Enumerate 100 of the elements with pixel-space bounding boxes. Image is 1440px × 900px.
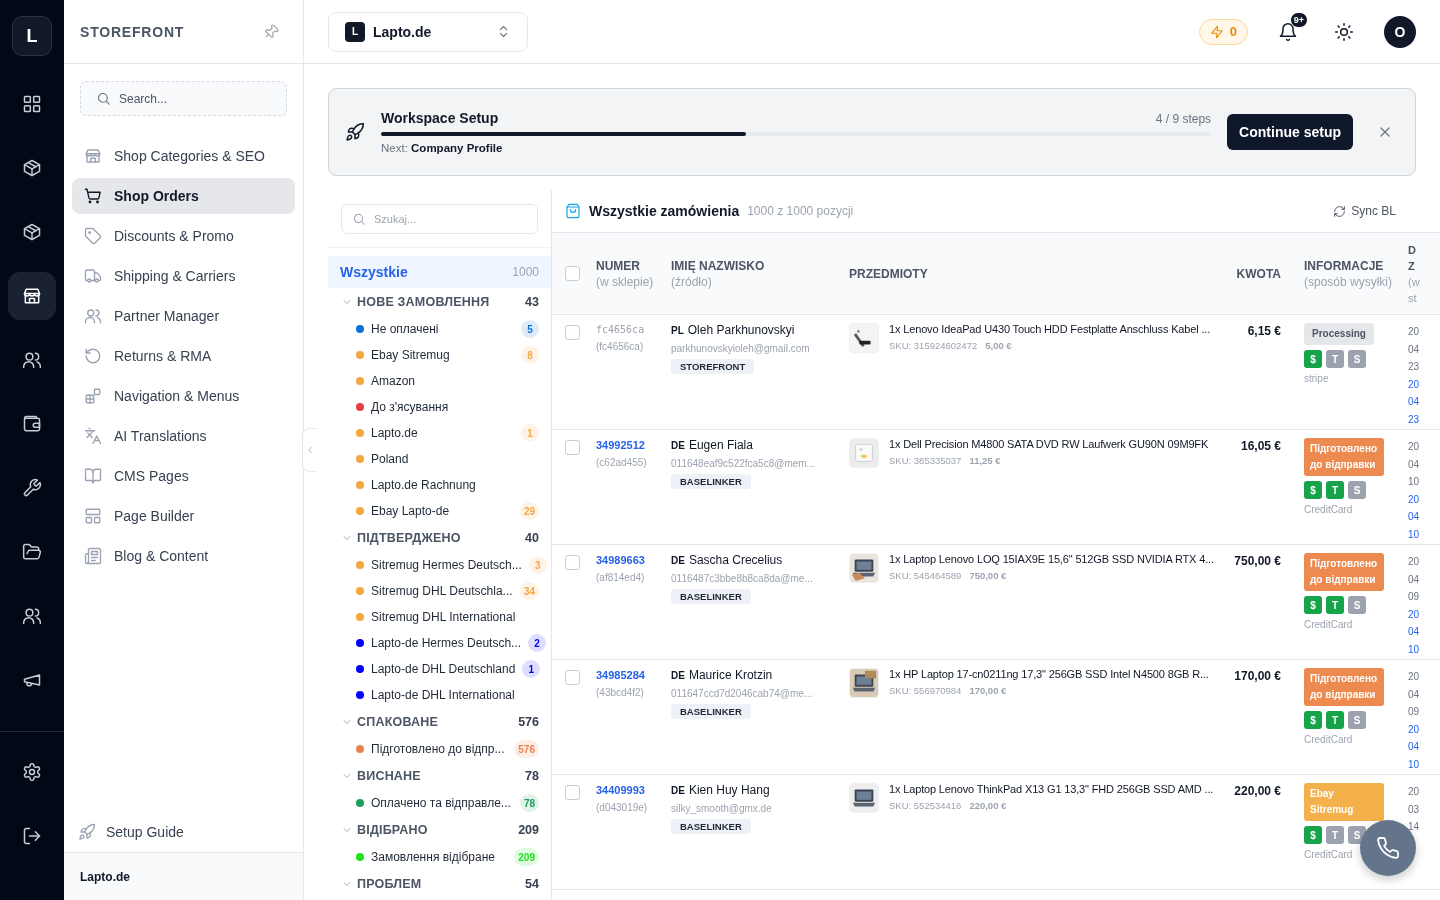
nav-item[interactable]: Shop Categories & SEO <box>72 138 295 174</box>
sidebar-title: STOREFRONT <box>80 23 185 40</box>
order-date: 20 04 10 <box>1408 440 1421 489</box>
checkbox[interactable] <box>565 266 580 281</box>
country-code: DE <box>671 440 685 451</box>
nav-item[interactable]: AI Translations <box>72 418 295 454</box>
book-icon <box>84 467 102 485</box>
store-selector[interactable]: L Lapto.de <box>328 11 528 52</box>
status-filter[interactable]: Ebay Lapto-de 29 <box>328 498 551 524</box>
status-badge: Підготовлено до відправки <box>1304 553 1384 591</box>
store-name: Lapto.de <box>80 869 130 884</box>
nav-item[interactable]: Shipping & Carriers <box>72 258 295 294</box>
status-filter[interactable]: Підготовлено до відпр... 576 <box>328 736 551 762</box>
nav-item[interactable]: CMS Pages <box>72 458 295 494</box>
order-ref: (c62ad455) <box>596 457 647 468</box>
continue-button[interactable]: Continue setup <box>1227 114 1353 150</box>
country-code: DE <box>671 785 685 796</box>
status-filter[interactable]: Poland <box>328 446 551 472</box>
order-number[interactable]: 34989663 <box>596 553 645 566</box>
count-badge: 34 <box>519 582 539 600</box>
country-code: PL <box>671 325 684 336</box>
order-amount: 6,15 € <box>1246 323 1282 338</box>
status-filter[interactable]: Sitremug DHL International <box>328 604 551 630</box>
checkbox[interactable] <box>565 440 580 455</box>
users-icon <box>22 606 42 626</box>
collapse-handle[interactable] <box>302 428 316 472</box>
payment-chip: S <box>1348 596 1366 614</box>
status-filter[interactable]: Lapto.de Rachnung <box>328 472 551 498</box>
count-badge: 29 <box>519 502 539 520</box>
item-sku: SKU: 315924602472 <box>889 340 978 351</box>
date-link[interactable]: 20 04 10 <box>1408 490 1424 543</box>
order-amount: 220,00 € <box>1233 783 1282 798</box>
status-filter[interactable]: Lapto-de DHL International <box>328 682 551 708</box>
status-filter[interactable]: Amazon <box>328 368 551 394</box>
status-filter[interactable]: До з'ясування <box>328 394 551 420</box>
status-filter[interactable]: Замовлення відібране 209 <box>328 844 551 870</box>
nav-item[interactable]: Partner Manager <box>72 298 295 334</box>
setup-guide-link[interactable]: Setup Guide <box>64 812 198 852</box>
column-header: PRZEDMIOTY <box>849 265 929 282</box>
order-date: 20 04 09 <box>1408 555 1421 604</box>
status-filter[interactable]: Не оплачені 5 <box>328 316 551 342</box>
steps-count: 4 / 9 steps <box>1155 112 1212 126</box>
wallet-icon <box>22 414 42 434</box>
status-filter[interactable]: Sitremug Hermes Deutsch... 3 <box>328 552 551 578</box>
status-filter[interactable]: Wszystkie 1000 <box>328 256 551 288</box>
checkbox[interactable] <box>565 325 580 340</box>
search-field[interactable]: Szukaj... <box>341 204 538 234</box>
nav-item[interactable]: Returns & RMA <box>72 338 295 374</box>
source-tag: BASELINKER <box>671 819 751 834</box>
date-link[interactable]: 20 04 10 <box>1408 605 1424 658</box>
status-group[interactable]: ВІДІБРАНО 209 <box>328 816 551 844</box>
customer-email: silky_smooth@gmx.de <box>671 803 772 814</box>
sync-button[interactable]: Sync BL <box>1333 204 1396 218</box>
status-group[interactable]: ВИСНАНЕ 78 <box>328 762 551 790</box>
nav-item[interactable]: Navigation & Menus <box>72 378 295 414</box>
status-group[interactable]: СПАКОВАНЕ 576 <box>328 708 551 736</box>
status-filter[interactable]: Sitremug DHL Deutschla... 34 <box>328 578 551 604</box>
status-filter[interactable]: Lapto-de Hermes Deutsch... 2 <box>328 630 551 656</box>
checkbox[interactable] <box>565 555 580 570</box>
store-initial: L <box>345 21 365 42</box>
count-badge: 3 <box>528 556 547 574</box>
payment-chip: T <box>1326 826 1344 844</box>
order-number[interactable]: 34992512 <box>596 438 645 451</box>
payment-method: CreditCard <box>1304 619 1354 630</box>
wrench-icon <box>22 478 42 498</box>
status-group[interactable]: ПРОБЛЕМ 54 <box>328 870 551 898</box>
search-field[interactable]: Search... <box>80 81 287 116</box>
payment-method: CreditCard <box>1304 849 1354 860</box>
rail-button[interactable] <box>8 272 56 320</box>
bell-icon <box>1278 21 1298 42</box>
nav-item[interactable]: Discounts & Promo <box>72 218 295 254</box>
order-number[interactable]: 34985284 <box>596 668 645 681</box>
status-filter[interactable]: Lapto-de DHL Deutschland 1 <box>328 656 551 682</box>
status-group[interactable]: НОВЕ ЗАМОВЛЕННЯ 43 <box>328 288 551 316</box>
item-sku: SKU: 552534416 <box>889 800 962 811</box>
nav-item[interactable]: Blog & Content <box>72 538 295 574</box>
payment-method: CreditCard <box>1304 734 1354 745</box>
count-badge: 2 <box>528 634 547 652</box>
date-link[interactable]: 20 04 10 <box>1408 720 1424 773</box>
next-step: Next: Company Profile <box>381 142 1212 154</box>
order-number[interactable]: 34409993 <box>596 783 645 796</box>
nav-item[interactable]: Shop Orders <box>72 178 295 214</box>
order-ref: (d043019e) <box>596 802 648 813</box>
status-group[interactable]: ПІДТВЕРДЖЕНО 40 <box>328 524 551 552</box>
item-title: 1x HP Laptop 17-cn0211ng 17,3" 256GB SSD Intel N4500 8GB R... <box>889 668 1209 680</box>
user-avatar[interactable]: O <box>1384 15 1416 48</box>
grid-icon <box>22 94 42 114</box>
status-filter[interactable]: Ebay Sitremug 8 <box>328 342 551 368</box>
count-badge: 8 <box>521 346 539 364</box>
nav-item[interactable]: Page Builder <box>72 498 295 534</box>
app-logo[interactable]: L <box>12 16 52 56</box>
status-filter[interactable]: Lapto.de 1 <box>328 420 551 446</box>
checkbox[interactable] <box>565 670 580 685</box>
checkbox[interactable] <box>565 785 580 800</box>
status-filter[interactable]: Оплачено та відправле... 78 <box>328 790 551 816</box>
item-price: 11,25 € <box>969 455 1001 466</box>
order-number: fc4656ca <box>596 323 645 335</box>
count-badge: 1 <box>522 660 541 678</box>
date-link[interactable]: 20 04 23 <box>1408 375 1424 428</box>
box-icon <box>22 158 42 178</box>
